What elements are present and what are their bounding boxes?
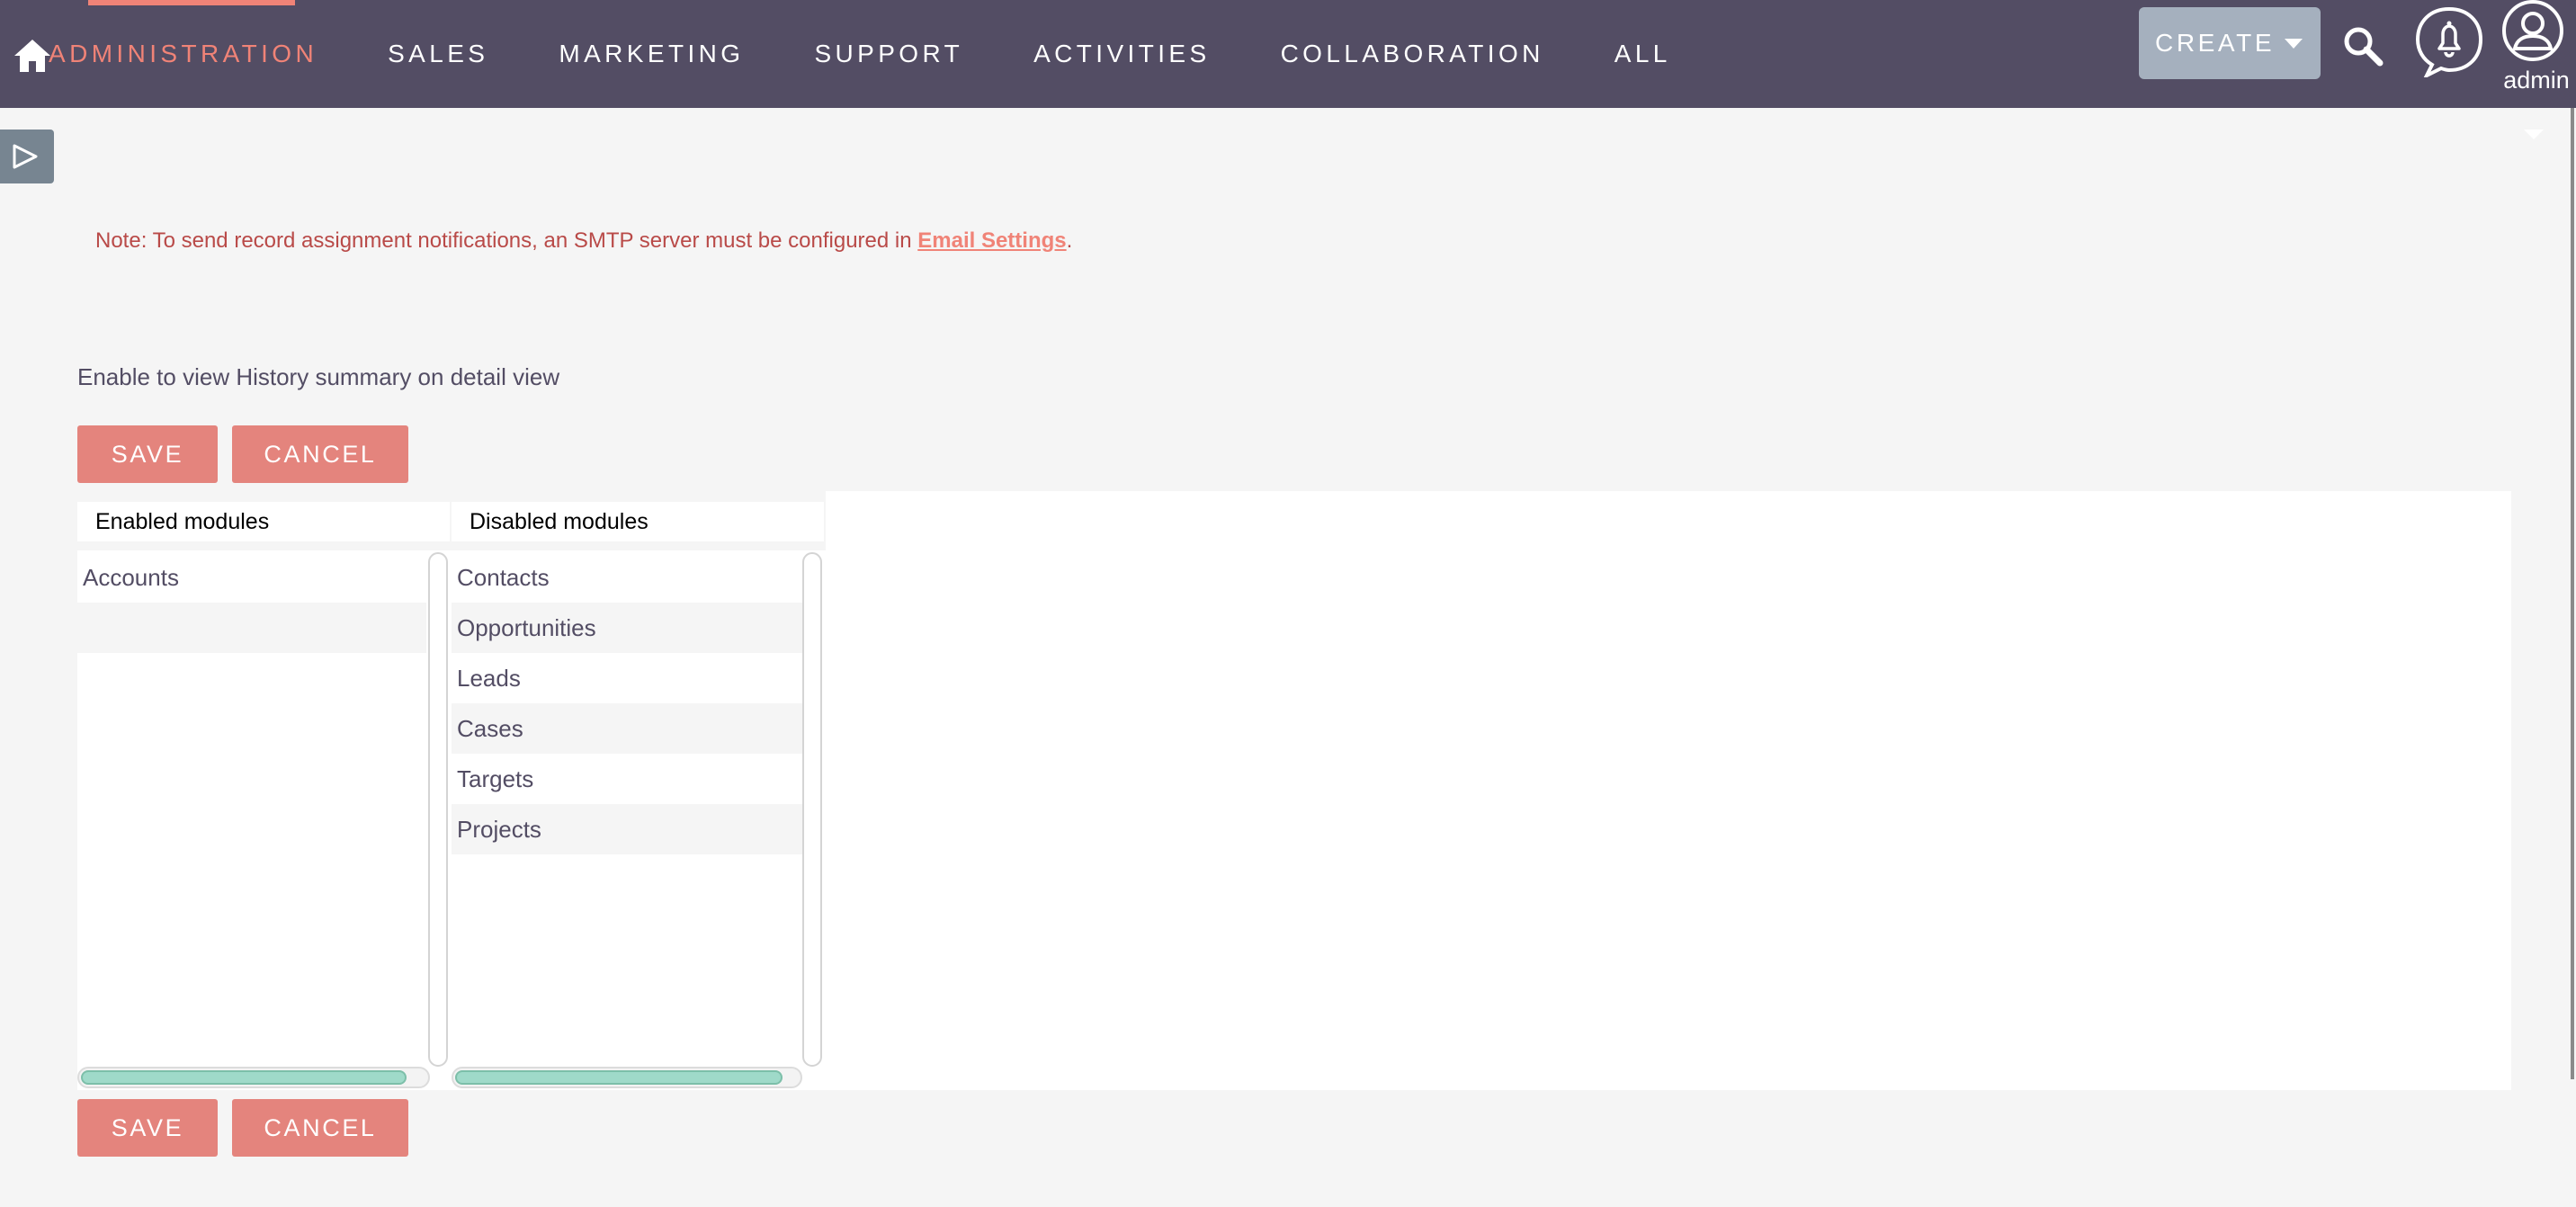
user-icon[interactable]: [2500, 0, 2565, 65]
scrollbar-thumb[interactable]: [81, 1070, 407, 1085]
disabled-list-horizontal-scrollbar[interactable]: [452, 1067, 802, 1088]
list-item-empty: [77, 603, 426, 653]
nav-item-administration[interactable]: ADMINISTRATION: [49, 0, 318, 108]
list-item[interactable]: Cases: [452, 703, 802, 754]
enabled-modules-list[interactable]: Accounts: [77, 552, 426, 1067]
save-button[interactable]: SAVE: [77, 425, 218, 483]
create-button[interactable]: CREATE: [2139, 7, 2321, 79]
save-button-bottom[interactable]: SAVE: [77, 1099, 218, 1157]
nav-item-sales[interactable]: SALES: [388, 0, 488, 108]
user-name[interactable]: admin: [2497, 67, 2576, 94]
play-icon[interactable]: [0, 130, 54, 183]
nav-item-support[interactable]: SUPPORT: [814, 0, 963, 108]
nav-item-collaboration[interactable]: COLLABORATION: [1281, 0, 1544, 108]
chevron-down-icon[interactable]: [2524, 130, 2544, 139]
cancel-button[interactable]: CANCEL: [232, 425, 408, 483]
list-item[interactable]: Contacts: [452, 552, 802, 603]
email-settings-link[interactable]: Email Settings: [917, 228, 1066, 253]
note-text: Note: To send record assignment notifica…: [95, 228, 918, 253]
list-item[interactable]: Projects: [452, 804, 802, 854]
list-item[interactable]: Leads: [452, 653, 802, 703]
scrollbar-thumb[interactable]: [455, 1070, 783, 1085]
search-icon[interactable]: [2342, 25, 2385, 68]
list-item[interactable]: Opportunities: [452, 603, 802, 653]
chevron-down-icon: [2285, 39, 2303, 49]
page-scrollbar-edge: [2571, 108, 2574, 1079]
enabled-modules-header: Enabled modules: [77, 502, 450, 541]
disabled-list-vertical-scrollbar[interactable]: [802, 552, 822, 1067]
list-item[interactable]: Accounts: [77, 552, 426, 603]
nav-item-all[interactable]: ALL: [1614, 0, 1671, 108]
note-suffix: .: [1066, 228, 1073, 253]
disabled-modules-list[interactable]: Contacts Opportunities Leads Cases Targe…: [452, 552, 802, 1067]
cancel-button-bottom[interactable]: CANCEL: [232, 1099, 408, 1157]
nav-item-marketing[interactable]: MARKETING: [559, 0, 744, 108]
enabled-list-horizontal-scrollbar[interactable]: [77, 1067, 430, 1088]
smtp-note: Note: To send record assignment notifica…: [95, 228, 1072, 254]
page-description: Enable to view History summary on detail…: [77, 363, 560, 390]
list-item[interactable]: Targets: [452, 754, 802, 804]
main-menu: ADMINISTRATION SALES MARKETING SUPPORT A…: [49, 0, 1741, 108]
home-icon[interactable]: [13, 36, 52, 76]
enabled-list-vertical-scrollbar[interactable]: [428, 552, 448, 1067]
create-label: CREATE: [2155, 29, 2276, 57]
top-navigation-bar: ADMINISTRATION SALES MARKETING SUPPORT A…: [0, 0, 2576, 108]
bell-icon[interactable]: [2414, 5, 2484, 77]
disabled-modules-header: Disabled modules: [452, 502, 824, 541]
nav-item-activities[interactable]: ACTIVITIES: [1033, 0, 1210, 108]
